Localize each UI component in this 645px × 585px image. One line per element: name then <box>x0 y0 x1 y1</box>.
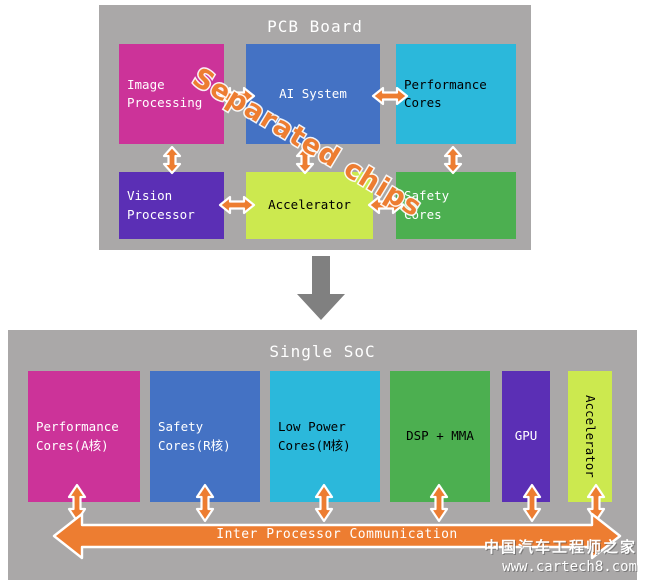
pcb-block-safety-cores[interactable]: Safety Cores <box>396 172 516 239</box>
arrow-ai-to-performance-icon <box>371 85 409 107</box>
soc-block-label: GPU <box>514 428 538 444</box>
soc-block-dsp-mma[interactable]: DSP + MMA <box>390 371 490 502</box>
arrow-ai-to-accelerator-icon <box>294 145 316 175</box>
soc-block-label: Performance Cores(A核) <box>36 419 119 453</box>
soc-block-label: Low Power Cores(M核) <box>278 419 351 453</box>
pcb-block-vision-processor[interactable]: Vision Processor <box>119 172 224 239</box>
arrow-image-to-vision-icon <box>161 145 183 175</box>
pcb-block-accelerator[interactable]: Accelerator <box>246 172 373 239</box>
pcb-board-title: PCB Board <box>267 17 363 36</box>
soc-block-gpu[interactable]: GPU <box>502 371 550 502</box>
soc-block-accelerator[interactable]: Accelerator <box>568 371 612 502</box>
watermark: 中国汽车工程师之家 www.cartech8.com <box>484 536 637 575</box>
pcb-block-image-processing[interactable]: Image Processing <box>119 44 224 144</box>
soc-block-performance-cores[interactable]: Performance Cores(A核) <box>28 371 140 502</box>
pcb-block-label: Accelerator <box>268 197 351 213</box>
soc-block-safety-cores[interactable]: Safety Cores(R核) <box>150 371 260 502</box>
soc-block-label: Safety Cores(R核) <box>158 419 231 453</box>
arrow-vision-to-accelerator-icon <box>218 194 256 216</box>
pcb-block-label: Vision Processor <box>127 188 195 222</box>
arrow-performance-to-safety-icon <box>442 145 464 175</box>
pcb-block-label: Safety Cores <box>404 188 450 222</box>
soc-block-label: Accelerator <box>583 395 599 478</box>
pcb-block-ai-system[interactable]: AI System <box>246 44 380 144</box>
pcb-block-label: Performance Cores <box>404 76 487 110</box>
transition-down-arrow-icon <box>287 256 355 326</box>
arrow-accelerator-to-safety-icon <box>367 194 405 216</box>
pcb-block-label: Image Processing <box>127 76 203 110</box>
pcb-block-label: AI System <box>279 85 347 101</box>
soc-block-label: DSP + MMA <box>406 428 474 444</box>
watermark-url: www.cartech8.com <box>502 559 637 575</box>
pcb-block-performance-cores[interactable]: Performance Cores <box>396 44 516 144</box>
single-soc-title: Single SoC <box>269 342 376 361</box>
arrow-image-to-ai-icon <box>218 85 256 107</box>
diagram-canvas: PCB Board Image Processing AI System Per… <box>0 0 645 585</box>
watermark-chinese: 中国汽车工程师之家 <box>483 538 637 556</box>
soc-block-low-power-cores[interactable]: Low Power Cores(M核) <box>270 371 380 502</box>
